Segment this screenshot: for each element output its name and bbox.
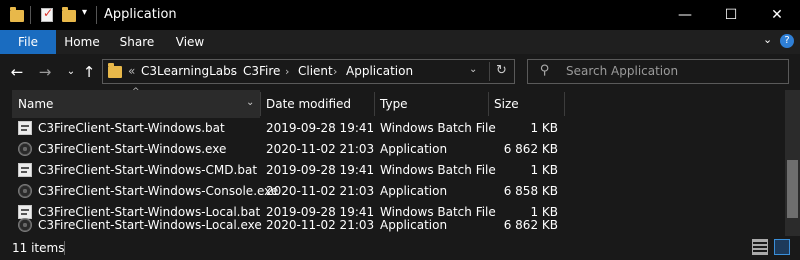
file-row[interactable]: C3FireClient-Start-Windows-Local.exe 202… bbox=[0, 215, 785, 236]
refresh-icon[interactable]: ↻ bbox=[496, 63, 507, 78]
file-size: 1 KB bbox=[530, 121, 558, 135]
search-box[interactable]: ⚲ Search Application bbox=[527, 59, 789, 84]
column-divider[interactable] bbox=[564, 92, 565, 116]
divider bbox=[489, 62, 490, 81]
maximize-button[interactable]: ☐ bbox=[708, 0, 754, 30]
application-icon bbox=[18, 142, 32, 156]
scrollbar-thumb[interactable] bbox=[787, 160, 798, 218]
file-type: Windows Batch File bbox=[380, 121, 496, 135]
details-view-icon[interactable] bbox=[752, 239, 768, 255]
column-type[interactable]: Type bbox=[374, 90, 488, 118]
properties-icon[interactable] bbox=[41, 6, 53, 22]
window-title: Application bbox=[104, 7, 177, 22]
application-icon bbox=[18, 184, 32, 198]
back-arrow-icon[interactable]: ← bbox=[6, 61, 28, 83]
application-icon bbox=[18, 218, 32, 232]
chevron-right-icon[interactable]: › bbox=[285, 60, 289, 83]
divider bbox=[96, 6, 97, 24]
forward-arrow-icon[interactable]: → bbox=[34, 61, 56, 83]
column-dropdown-icon[interactable]: ⌄ bbox=[246, 97, 254, 108]
file-name: C3FireClient-Start-Windows-CMD.bat bbox=[38, 163, 258, 177]
new-folder-icon[interactable] bbox=[62, 7, 76, 22]
file-type: Application bbox=[380, 184, 448, 198]
divider bbox=[30, 6, 31, 24]
help-icon[interactable]: ? bbox=[780, 34, 794, 48]
file-type: Application bbox=[380, 142, 448, 156]
search-icon: ⚲ bbox=[540, 63, 550, 78]
large-icons-view-icon[interactable] bbox=[774, 239, 790, 255]
close-button[interactable]: ✕ bbox=[754, 0, 800, 30]
file-size: 6 858 KB bbox=[503, 184, 558, 198]
address-dropdown-icon[interactable]: ⌄ bbox=[469, 64, 477, 75]
batch-file-icon bbox=[18, 163, 32, 177]
file-row[interactable]: C3FireClient-Start-Windows-CMD.bat 2019-… bbox=[0, 160, 785, 181]
search-placeholder: Search Application bbox=[566, 64, 679, 78]
address-bar[interactable]: « C3LearningLabs › C3Fire › Client › App… bbox=[102, 59, 515, 84]
breadcrumb-client[interactable]: Client bbox=[298, 60, 333, 83]
chevron-right-icon[interactable]: › bbox=[230, 60, 234, 83]
file-type: Windows Batch File bbox=[380, 163, 496, 177]
file-date: 2020-11-02 21:03 bbox=[266, 142, 375, 156]
folder-icon[interactable] bbox=[10, 7, 24, 22]
tab-share[interactable]: Share bbox=[110, 30, 164, 54]
column-date-modified[interactable]: Date modified bbox=[260, 90, 374, 118]
tab-home[interactable]: Home bbox=[56, 30, 108, 54]
file-name: C3FireClient-Start-Windows-Local.exe bbox=[38, 218, 262, 232]
file-date: 2020-11-02 21:03 bbox=[266, 218, 375, 232]
file-type: Application bbox=[380, 218, 448, 232]
up-arrow-icon[interactable]: ↑ bbox=[78, 61, 100, 83]
divider bbox=[64, 241, 65, 255]
file-name: C3FireClient-Start-Windows.bat bbox=[38, 121, 225, 135]
batch-file-icon bbox=[18, 121, 32, 135]
status-bar bbox=[0, 236, 800, 260]
column-size[interactable]: Size bbox=[488, 90, 564, 118]
breadcrumb-overflow[interactable]: « bbox=[128, 60, 135, 83]
file-size: 1 KB bbox=[530, 163, 558, 177]
file-name: C3FireClient-Start-Windows.exe bbox=[38, 142, 227, 156]
file-row[interactable]: C3FireClient-Start-Windows.exe 2020-11-0… bbox=[0, 139, 785, 160]
column-name[interactable]: Name bbox=[12, 90, 260, 118]
file-size: 6 862 KB bbox=[503, 218, 558, 232]
breadcrumb-c3fire[interactable]: C3Fire bbox=[243, 60, 280, 83]
customize-quick-access-icon[interactable]: ▾ bbox=[82, 7, 87, 18]
file-date: 2020-11-02 21:03 bbox=[266, 184, 375, 198]
tab-file[interactable]: File bbox=[0, 30, 56, 54]
tab-view[interactable]: View bbox=[164, 30, 216, 54]
breadcrumb-c3learninglabs[interactable]: C3LearningLabs bbox=[141, 60, 237, 83]
file-row[interactable]: C3FireClient-Start-Windows-Console.exe 2… bbox=[0, 181, 785, 202]
file-size: 6 862 KB bbox=[503, 142, 558, 156]
item-count: 11 items bbox=[12, 241, 65, 255]
file-date: 2019-09-28 19:41 bbox=[266, 163, 375, 177]
chevron-right-icon[interactable]: › bbox=[333, 60, 337, 83]
file-name: C3FireClient-Start-Windows-Console.exe bbox=[38, 184, 279, 198]
folder-icon bbox=[108, 63, 122, 78]
expand-ribbon-icon[interactable]: ⌄ bbox=[763, 33, 772, 46]
breadcrumb-application[interactable]: Application bbox=[346, 60, 413, 83]
file-date: 2019-09-28 19:41 bbox=[266, 121, 375, 135]
minimize-button[interactable]: — bbox=[662, 0, 708, 30]
file-row[interactable]: C3FireClient-Start-Windows.bat 2019-09-2… bbox=[0, 118, 785, 139]
